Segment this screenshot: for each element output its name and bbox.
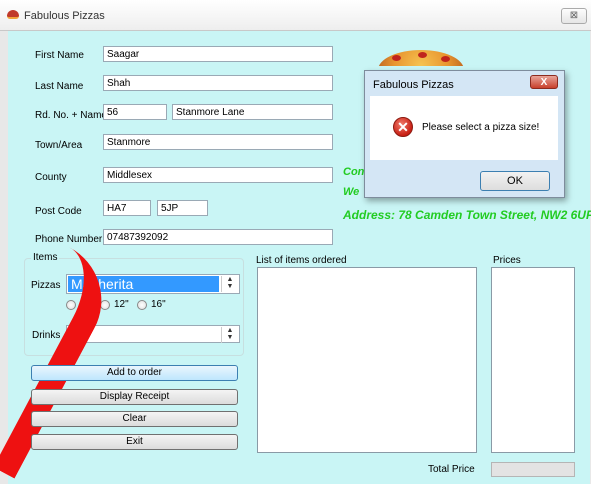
county-field[interactable]: Middlesex [103, 167, 333, 183]
road-label: Rd. No. + Name [35, 110, 107, 121]
drinks-spinner-icon[interactable]: ▲ ▼ [221, 327, 238, 343]
pizza-app-icon [7, 10, 19, 19]
title-bar[interactable]: Fabulous Pizzas ⊠ [0, 0, 591, 31]
dialog-message: Please select a pizza size! [422, 122, 540, 133]
first-name-field[interactable]: Saagar [103, 46, 333, 62]
prices-list[interactable] [491, 267, 575, 453]
display-receipt-button[interactable]: Display Receipt [31, 389, 238, 405]
postcode-label: Post Code [35, 206, 82, 217]
road-number-field[interactable]: 56 [103, 104, 167, 120]
error-icon: ✕ [393, 117, 413, 137]
prices-label: Prices [493, 255, 521, 266]
size-16-label: 16" [151, 299, 166, 310]
clear-button[interactable]: Clear [31, 411, 238, 427]
last-name-field[interactable]: Shah [103, 75, 333, 91]
main-window: Fabulous Pizzas ⊠ First Name Saagar Last… [0, 0, 591, 484]
promo-address-text: Address: 78 Camden Town Street, NW2 6UP [343, 208, 591, 222]
postcode-part2-field[interactable]: 5JP [157, 200, 208, 216]
add-to-order-button[interactable]: Add to order [31, 365, 238, 381]
phone-field[interactable]: 07487392092 [103, 229, 333, 245]
pizza-spinner-icon[interactable]: ▲ ▼ [221, 276, 238, 292]
first-name-label: First Name [35, 50, 84, 61]
order-list[interactable] [257, 267, 477, 453]
window-close-button[interactable]: ⊠ [561, 8, 587, 24]
dialog-body: ✕ Please select a pizza size! [370, 96, 558, 160]
window-title: Fabulous Pizzas [24, 10, 105, 22]
town-label: Town/Area [35, 140, 83, 151]
order-list-label: List of items ordered [256, 255, 347, 266]
promo-website-text: We [343, 186, 360, 198]
size-16-radio[interactable] [137, 300, 147, 310]
town-field[interactable]: Stanmore [103, 134, 333, 150]
pizza-image [378, 46, 464, 66]
promo-contact-text: Con [343, 166, 365, 178]
county-label: County [35, 172, 67, 183]
dialog-title: Fabulous Pizzas [373, 79, 454, 91]
total-price-field [491, 462, 575, 477]
total-price-label: Total Price [428, 464, 475, 475]
size-12-label: 12" [114, 299, 129, 310]
last-name-label: Last Name [35, 81, 84, 92]
dialog-ok-button[interactable]: OK [480, 171, 550, 191]
road-name-field[interactable]: Stanmore Lane [172, 104, 333, 120]
dialog-close-button[interactable]: X [530, 75, 558, 89]
error-dialog: Fabulous Pizzas X ✕ Please select a pizz… [364, 70, 565, 198]
exit-button[interactable]: Exit [31, 434, 238, 450]
postcode-part1-field[interactable]: HA7 [103, 200, 151, 216]
